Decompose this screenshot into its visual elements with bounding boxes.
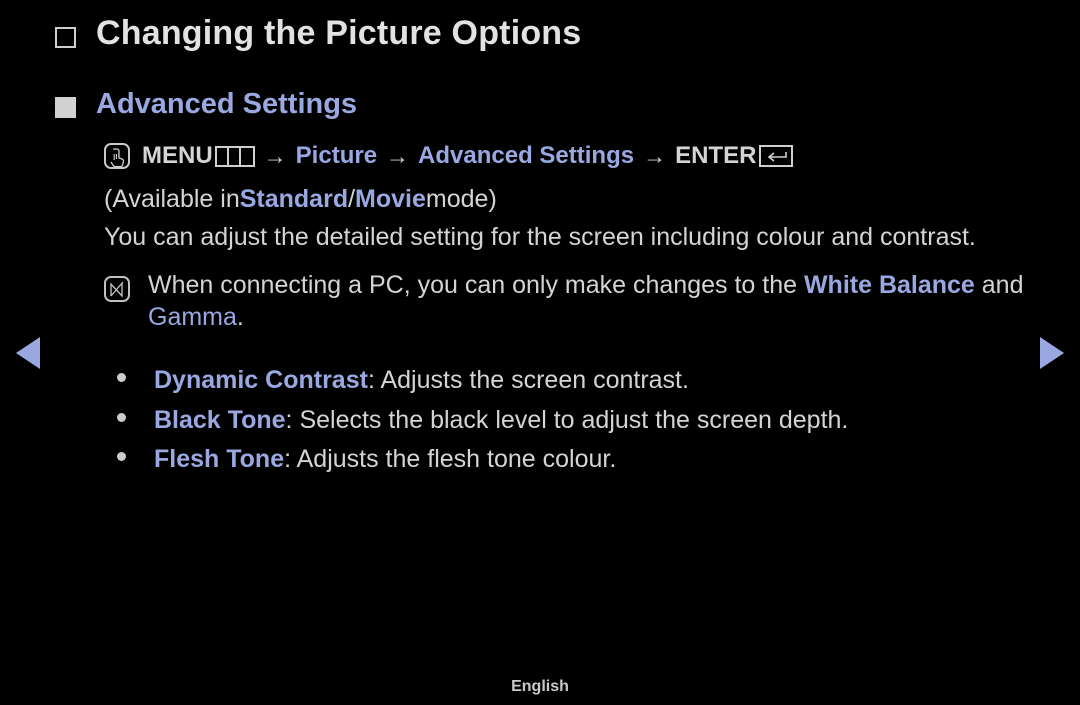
bullet-dot-icon [117, 373, 126, 383]
page-title-row: Changing the Picture Options [55, 14, 582, 57]
press-hand-icon [104, 143, 130, 170]
note-highlight-white-balance: White Balance [803, 271, 975, 300]
list-item: Flesh Tone: Adjusts the flesh tone colou… [104, 440, 1024, 480]
menu-path: MENU → Picture → Advanced Settings → ENT… [104, 138, 1024, 174]
option-text: Flesh Tone: Adjusts the flesh tone colou… [154, 440, 616, 480]
note-text-middle: and [981, 271, 1024, 300]
note-text: When connecting a PC, you can only make … [148, 270, 1024, 333]
list-item: Black Tone: Selects the black level to a… [104, 401, 1024, 441]
note-text-before: When connecting a PC, you can only make … [148, 271, 804, 300]
list-item: Dynamic Contrast: Adjusts the screen con… [104, 361, 1024, 401]
return-arrow-glyph-icon [759, 145, 794, 168]
path-arrow-1: → [263, 142, 287, 169]
title-bullet-square-icon [55, 27, 85, 57]
availability-suffix: mode) [425, 185, 497, 214]
next-page-arrow-icon[interactable] [1040, 337, 1064, 369]
section-subtitle-row: Advanced Settings [55, 88, 357, 121]
subtitle-bullet-square-icon [55, 97, 76, 118]
availability-separator: / [348, 185, 356, 214]
previous-page-arrow-icon[interactable] [16, 337, 40, 369]
option-text: Dynamic Contrast: Adjusts the screen con… [154, 361, 689, 401]
bullet-dot-icon [117, 412, 126, 422]
availability-mode-standard: Standard [239, 185, 349, 214]
option-description: Adjusts the flesh tone colour. [296, 445, 617, 474]
option-term: Flesh Tone [154, 445, 285, 474]
path-arrow-2: → [386, 142, 410, 169]
note-text-after: . [236, 302, 244, 331]
note-row: When connecting a PC, you can only make … [104, 270, 1024, 333]
menu-path-item-advanced-settings[interactable]: Advanced Settings [418, 138, 634, 174]
description-line: You can adjust the detailed setting for … [104, 218, 1024, 256]
options-list: Dynamic Contrast: Adjusts the screen con… [104, 361, 1024, 480]
availability-line: (Available in Standard / Movie mode) [104, 180, 1024, 218]
description-text: You can adjust the detailed setting for … [104, 223, 976, 252]
path-arrow-3: → [643, 142, 667, 169]
section-subtitle: Advanced Settings [96, 88, 358, 120]
menu-label: MENU [142, 142, 213, 169]
menu-path-item-picture[interactable]: Picture [296, 138, 377, 174]
option-separator: : [367, 366, 381, 395]
content-area: MENU → Picture → Advanced Settings → ENT… [104, 138, 1024, 480]
option-term: Black Tone [154, 405, 286, 434]
enter-label: ENTER [675, 142, 757, 169]
option-separator: : [284, 445, 297, 474]
note-highlight-gamma: Gamma [148, 302, 237, 331]
note-n-icon [104, 276, 130, 303]
option-text: Black Tone: Selects the black level to a… [154, 401, 848, 441]
emanual-page: Changing the Picture Options Advanced Se… [0, 0, 1080, 705]
option-separator: : [285, 405, 300, 434]
availability-prefix: (Available in [104, 185, 240, 214]
option-term: Dynamic Contrast [154, 366, 368, 395]
footer-language-label: English [511, 678, 569, 695]
availability-mode-movie: Movie [355, 185, 426, 214]
option-description: Selects the black level to adjust the sc… [299, 405, 849, 434]
page-title: Changing the Picture Options [96, 14, 582, 52]
menu-grid-glyph-icon [214, 145, 255, 167]
option-description: Adjusts the screen contrast. [380, 366, 689, 395]
bullet-dot-icon [117, 452, 126, 462]
